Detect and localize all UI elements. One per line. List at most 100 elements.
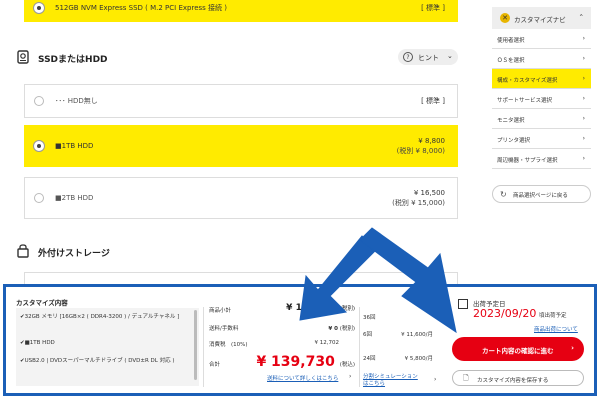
ship-date-note: 頃出荷予定 [539,313,567,319]
nav-item-label: プリンタ選択 [497,138,531,144]
spec-item: ✔■1TB HDD [20,339,188,347]
installment-label: 6回 [363,332,372,338]
nav-item-os[interactable]: ＯＳを選択 › [492,49,591,69]
spec-item-text: 32GB メモリ [16GB×2 ( DDR4-3200 ) / デュアルチャネ… [24,314,180,320]
shipping-label: 送料/手数料 [209,326,239,332]
spec-scrollbar[interactable] [194,310,197,380]
nav-item-support[interactable]: サポートサービス選択 › [492,89,591,109]
nav-item-peripherals[interactable]: 周辺機器・サプライ選択 › [492,149,591,169]
document-icon: 🗋 [463,374,469,382]
shipping-detail-link[interactable]: 送料について詳しくはこちら [267,374,338,382]
divider [203,307,204,387]
subtotal-row: 商品小計 ¥ 127,028 (税別) [209,303,355,314]
option-tag: [ 標準 ] [421,4,445,12]
total-label: 合計 [209,362,221,368]
spec-item-text: ■1TB HDD [24,340,55,346]
installment-label: 24回 [363,356,376,362]
chevron-right-icon: › [582,155,585,162]
price-value: ¥ 16,500 [413,189,445,197]
chevron-right-icon: › [582,35,585,42]
shipping-row: 送料/手数料 ¥ 0 (税別) [209,324,355,332]
tax-label: 消費税 (10%) [209,342,248,348]
ship-date: 2023/09/20 [473,307,537,320]
shipping-value: ¥ 0 [328,326,338,332]
spec-item: ✔32GB メモリ [16GB×2 ( DDR4-3200 ) / デュアルチャ… [20,313,188,321]
subtotal-value: ¥ 127,028 [286,303,337,313]
total-tax: (税込) [339,362,355,368]
external-storage-icon [17,244,29,258]
hint-button[interactable]: ? ヒント ⌄ [398,49,458,65]
summary-title: カスタマイズ内容 [16,299,68,307]
chevron-right-icon: › [571,344,574,352]
spec-item: ✔USB2.0 | DVDスーパーマルチドライブ ( DVD±R DL 対応 ) [20,357,188,365]
storage-device-icon [17,50,29,64]
spec-list[interactable]: ✔32GB メモリ [16GB×2 ( DDR4-3200 ) / デュアルチャ… [16,308,199,386]
proceed-to-cart-button[interactable]: カート内容の確認に進む › [452,337,584,361]
order-summary-bar: カスタマイズ内容 ✔32GB メモリ [16GB×2 ( DDR4-3200 )… [3,284,597,396]
refresh-icon: ↻ [500,190,507,199]
nav-item-label: ＯＳを選択 [497,58,525,64]
total-value-wrap: ¥ 139,730 (税込) [256,354,355,370]
option-tag: [ 標準 ] [421,97,445,105]
customize-page: 512GB NVM Express SSD ( M.2 PCI Express … [0,0,600,400]
option-price: ¥ 8,800 (税別 ¥ 8,000) [397,136,445,156]
chevron-down-icon: ⌄ [447,52,453,60]
chevron-right-icon: › [582,95,585,102]
installment-simulation-link[interactable]: 分割シミュレーション はこちら [363,374,418,388]
shipping-tax: (税別) [339,326,355,332]
radio-selected-icon[interactable] [34,141,44,151]
nav-item-label: 周辺機器・サプライ選択 [497,158,558,164]
section-title-external-storage: 外付けストレージ [38,249,110,259]
nav-item-label: サポートサービス選択 [497,98,553,104]
nav-item-label: 構成・カスタマイズ選択 [497,78,558,84]
installment-value: ¥ 11,600/月 [401,332,433,338]
chevron-right-icon: › [582,75,585,82]
radio-icon[interactable] [34,193,44,203]
chevron-right-icon: › [434,376,437,383]
subtotal-tax: (税別) [339,306,355,312]
back-button-label: 商品選択ページに戻る [513,193,568,199]
chevron-right-icon: › [582,55,585,62]
section-title-ssd-hdd: SSDまたはHDD [38,55,108,65]
spec-item-text: USB2.0 | DVDスーパーマルチドライブ ( DVD±R DL 対応 ) [24,358,175,364]
installment-header: 36回 [363,315,376,321]
divider [359,307,360,387]
chevron-right-icon: › [582,115,585,122]
option-ssd-512gb[interactable]: 512GB NVM Express SSD ( M.2 PCI Express … [24,0,458,22]
option-2tb-hdd[interactable]: ■2TB HDD ¥ 16,500 (税別 ¥ 15,000) [24,177,458,219]
back-to-product-button[interactable]: ↻ 商品選択ページに戻る [492,185,591,203]
chevron-right-icon: › [349,373,352,380]
navi-icon: ✕ [500,13,510,23]
save-customization-button[interactable]: 🗋 カスタマイズ内容を保存する [452,370,584,386]
installment-link-line1: 分割シミュレーション [363,374,418,380]
chevron-up-icon: ⌃ [578,13,584,21]
installment-link-line2: はこちら [363,381,386,387]
option-no-hdd[interactable]: ･･･ HDD無し [ 標準 ] [24,84,458,118]
hint-label: ヒント [418,54,439,62]
nav-header-label: カスタマイズナビ [514,16,566,24]
subtotal-value-wrap: ¥ 127,028 (税別) [286,303,355,313]
box-icon [458,299,468,309]
nav-item-printer[interactable]: プリンタ選択 › [492,129,591,149]
radio-icon[interactable] [34,96,44,106]
option-label: 512GB NVM Express SSD ( M.2 PCI Express … [55,4,227,12]
nav-header[interactable]: ✕ カスタマイズナビ ⌃ [492,7,591,29]
save-button-label: カスタマイズ内容を保存する [477,378,549,384]
cart-button-label: カート内容の確認に進む [482,347,554,355]
price-sub: (税別 ¥ 15,000) [392,199,445,207]
price-sub: (税別 ¥ 8,000) [396,147,445,155]
nav-item-configure[interactable]: 構成・カスタマイズ選択 › [492,69,591,89]
option-price: ¥ 16,500 (税別 ¥ 15,000) [392,188,445,208]
option-1tb-hdd[interactable]: ■1TB HDD ¥ 8,800 (税別 ¥ 8,000) [24,125,458,167]
nav-item-user[interactable]: 使用者選択 › [492,29,591,49]
tax-row: 消費税 (10%) ¥ 12,702 [209,340,355,348]
option-label: ■1TB HDD [55,142,94,150]
subtotal-label: 商品小計 [209,308,232,314]
radio-selected-icon[interactable] [34,3,44,13]
price-value: ¥ 8,800 [418,137,445,145]
nav-item-monitor[interactable]: モニタ選択 › [492,109,591,129]
customize-nav: ✕ カスタマイズナビ ⌃ 使用者選択 › ＯＳを選択 › 構成・カスタマイズ選択… [492,7,591,169]
option-label: ■2TB HDD [55,194,94,202]
shipping-info-link[interactable]: 商品出荷について [534,325,578,333]
total-value: ¥ 139,730 [256,354,335,370]
